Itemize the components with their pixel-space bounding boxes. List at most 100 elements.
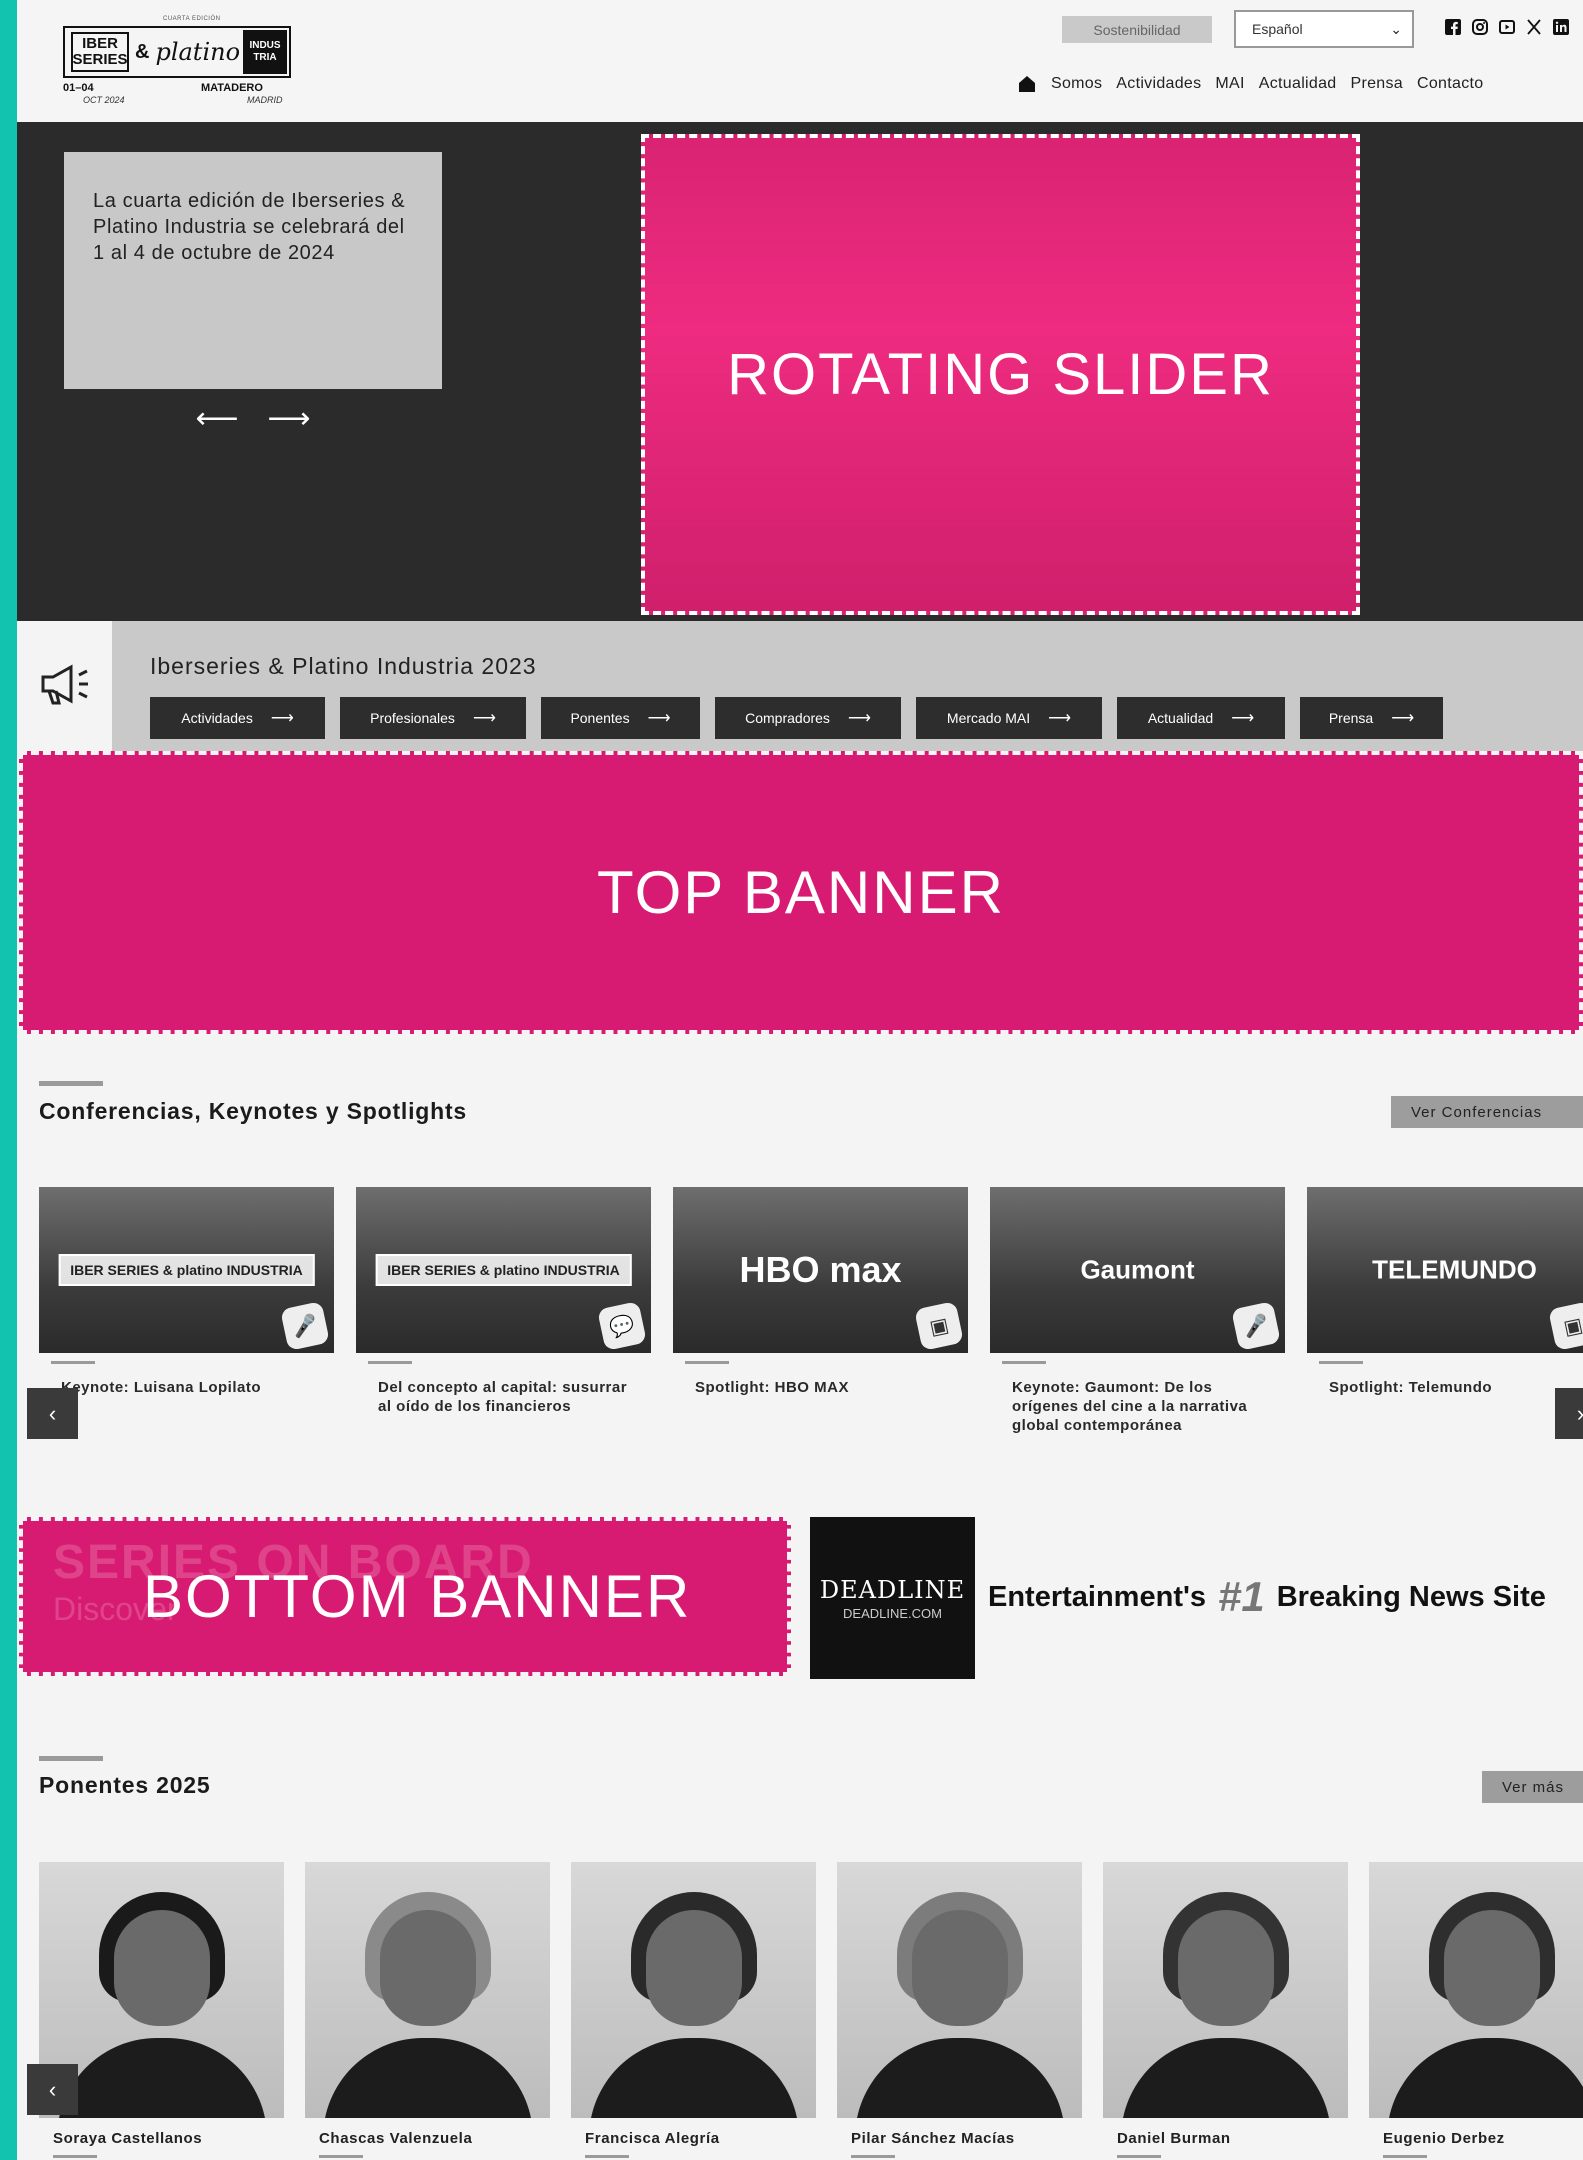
quick-link-label: Profesionales <box>370 710 455 726</box>
ver-conferencias-button[interactable]: Ver Conferencias <box>1391 1096 1583 1128</box>
speaker-card[interactable]: Daniel Burman <box>1103 1862 1348 2158</box>
hero-announcement-card: La cuarta edición de Iberseries & Platin… <box>64 152 442 389</box>
quick-link-ponentes-button[interactable]: Ponentes ⟶ <box>541 697 700 739</box>
card-rule <box>1002 1361 1046 1364</box>
speaker-card[interactable]: Eugenio Derbez <box>1369 1862 1583 2158</box>
conferencias-prev-button[interactable]: ‹ <box>27 1388 78 1439</box>
speaker-photo-body <box>322 2038 533 2118</box>
language-select[interactable]: Español ⌄ <box>1234 10 1414 48</box>
facebook-icon[interactable] <box>1444 18 1461 35</box>
nav-item-actividades[interactable]: Actividades <box>1116 75 1201 93</box>
speaker-photo <box>571 1862 816 2118</box>
ponentes-prev-button[interactable]: ‹ <box>27 2064 78 2115</box>
sostenibilidad-button[interactable]: Sostenibilidad <box>1062 16 1212 43</box>
logo-venue: MATADERO <box>201 82 263 94</box>
logo-dates: 01–04 <box>63 82 94 94</box>
speaker-photo <box>837 1862 1082 2118</box>
quick-link-label: Actualidad <box>1147 710 1214 726</box>
logo-month: OCT 2024 <box>83 95 125 105</box>
site-logo[interactable]: CUARTA EDICIÓN IBER SERIES & platino IND… <box>63 16 313 111</box>
arrow-right-icon: ⟶ <box>847 710 871 727</box>
deadline-ad[interactable]: DEADLINE DEADLINE.COM Entertainment's #1… <box>810 1517 1583 1679</box>
conference-card[interactable]: IBER SERIES & platino INDUSTRIA 💬 Del conc… <box>356 1187 651 1416</box>
hero-announcement-text: La cuarta edición de Iberseries & Platin… <box>93 190 406 264</box>
conference-card[interactable]: HBO max ▣ Spotlight: HBO MAX <box>673 1187 968 1397</box>
hero-section: La cuarta edición de Iberseries & Platin… <box>17 122 1583 621</box>
ver-mas-button[interactable]: Ver más <box>1482 1771 1583 1803</box>
conference-thumbnail: HBO max ▣ <box>673 1187 968 1353</box>
conference-title: Spotlight: HBO MAX <box>695 1379 849 1396</box>
speaker-photo-face <box>645 1910 742 2026</box>
top-banner[interactable]: TOP BANNER <box>19 751 1583 1034</box>
arrow-right-icon: ⟶ <box>1231 710 1255 727</box>
speaker-photo <box>1103 1862 1348 2118</box>
nav-item-contacto[interactable]: Contacto <box>1417 75 1483 93</box>
hero-next-arrow-icon[interactable]: ⟶ <box>264 404 314 434</box>
conferencias-title: Conferencias, Keynotes y Spotlights <box>39 1098 468 1124</box>
bottom-banner[interactable]: SERIES ON BOARD Discover BOTTOM BANNER <box>19 1517 791 1676</box>
rotating-slider[interactable]: ROTATING SLIDER <box>641 134 1360 615</box>
speaker-card[interactable]: Pilar Sánchez Macías <box>837 1862 1082 2158</box>
logo-platino: platino <box>155 38 241 66</box>
quick-link-actividades-button[interactable]: Actividades ⟶ <box>150 697 325 739</box>
quick-link-prensa-button[interactable]: Prensa ⟶ <box>1300 697 1443 739</box>
arrow-right-icon: ⟶ <box>270 710 294 727</box>
social-links <box>1444 18 1569 35</box>
nav-item-prensa[interactable]: Prensa <box>1351 75 1404 93</box>
nav-item-somos[interactable]: Somos <box>1051 75 1102 93</box>
deadline-logo-url: DEADLINE.COM <box>843 1605 942 1621</box>
speaker-name: Soraya Castellanos <box>53 2130 203 2147</box>
linkedin-icon[interactable] <box>1552 18 1569 35</box>
speaker-rule <box>1117 2155 1161 2158</box>
card-rule <box>685 1361 729 1364</box>
conferencias-next-button[interactable]: › <box>1555 1388 1583 1439</box>
conference-card[interactable]: TELEMUNDO ▣ Spotlight: Telemundo <box>1307 1187 1583 1397</box>
microphone-icon: 🎤 <box>280 1301 330 1351</box>
megaphone-icon <box>37 661 93 712</box>
chevron-down-icon: ⌄ <box>1390 21 1402 37</box>
instagram-icon[interactable] <box>1471 18 1488 35</box>
ponentes-carousel: Soraya Castellanos Chascas Valenzuela Fran… <box>39 1862 1583 2160</box>
speaker-name: Eugenio Derbez <box>1383 2130 1505 2147</box>
conference-brand: Gaumont <box>1080 1254 1195 1285</box>
logo-industria: INDUS TRIA <box>243 30 287 74</box>
conference-thumbnail: Gaumont 🎤 <box>990 1187 1285 1353</box>
nav-item-actualidad[interactable]: Actualidad <box>1259 75 1337 93</box>
speaker-card[interactable]: Francisca Alegría <box>571 1862 816 2158</box>
youtube-icon[interactable] <box>1498 18 1515 35</box>
quick-link-actualidad-button[interactable]: Actualidad ⟶ <box>1117 697 1285 739</box>
quick-link-mercado-mai-button[interactable]: Mercado MAI ⟶ <box>916 697 1102 739</box>
home-icon[interactable] <box>1017 74 1037 94</box>
quick-link-label: Prensa <box>1328 710 1374 726</box>
conference-brand: TELEMUNDO <box>1372 1254 1537 1285</box>
quick-links-bar: Iberseries & Platino Industria 2023 Acti… <box>112 621 1583 751</box>
quick-link-label: Mercado MAI <box>946 710 1031 726</box>
conference-title: Spotlight: Telemundo <box>1329 1379 1493 1396</box>
arrow-right-icon: ⟶ <box>1048 710 1072 727</box>
megaphone-icon-wrap <box>17 621 112 751</box>
deadline-tagline: Entertainment's #1 Breaking News Site <box>988 1573 1546 1621</box>
rotating-slider-label: ROTATING SLIDER <box>727 342 1274 407</box>
speaker-card[interactable]: Chascas Valenzuela <box>305 1862 550 2158</box>
conference-brand: IBER SERIES & platino INDUSTRIA <box>58 1254 315 1286</box>
conference-thumbnail: IBER SERIES & platino INDUSTRIA 🎤 <box>39 1187 334 1353</box>
arrow-right-icon: ⟶ <box>647 710 671 727</box>
speaker-rule <box>851 2155 895 2158</box>
deadline-logo-text: DEADLINE <box>819 1575 966 1604</box>
speaker-photo-face <box>1443 1910 1540 2026</box>
conference-title: Del concepto al capital: susurrar al oíd… <box>378 1379 628 1415</box>
conference-brand: HBO max <box>739 1249 902 1290</box>
quick-link-profesionales-button[interactable]: Profesionales ⟶ <box>340 697 526 739</box>
hero-prev-arrow-icon[interactable]: ⟵ <box>192 404 242 434</box>
conference-card[interactable]: IBER SERIES & platino INDUSTRIA 🎤 Keynote:… <box>39 1187 334 1397</box>
speaker-rule <box>319 2155 363 2158</box>
speaker-photo <box>1369 1862 1583 2118</box>
quick-links-title: Iberseries & Platino Industria 2023 <box>150 653 537 679</box>
x-icon[interactable] <box>1525 18 1542 35</box>
quick-link-compradores-button[interactable]: Compradores ⟶ <box>715 697 901 739</box>
card-rule <box>51 1361 95 1364</box>
nav-item-mai[interactable]: MAI <box>1215 75 1244 93</box>
screen-icon: ▣ <box>914 1301 964 1351</box>
conference-card[interactable]: Gaumont 🎤 Keynote: Gaumont: De los orígene… <box>990 1187 1285 1435</box>
conferencias-carousel: IBER SERIES & platino INDUSTRIA 🎤 Keynote:… <box>39 1187 1583 1477</box>
